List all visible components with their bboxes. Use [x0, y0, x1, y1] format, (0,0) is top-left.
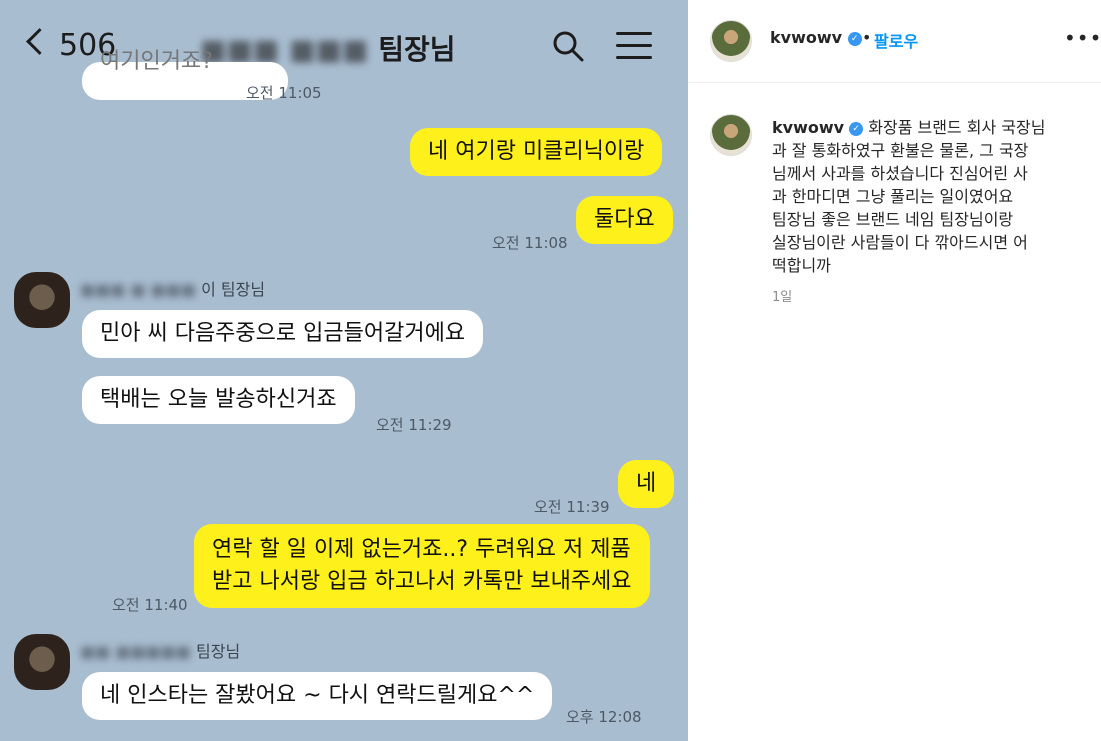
- post-age[interactable]: 1일: [772, 286, 792, 305]
- chat-bubble-outgoing: 연락 할 일 이제 없는거죠..? 두려워요 저 제품 받고 나서랑 입금 하고…: [194, 524, 650, 608]
- profile-avatar[interactable]: [710, 20, 752, 62]
- avatar[interactable]: [14, 272, 70, 328]
- chat-bubble-incoming: 네 인스타는 잘봤어요 ~ 다시 연락드릴게요^^: [82, 672, 553, 720]
- verified-badge-icon: ✓: [849, 121, 864, 136]
- caption-line: 과 한마디면 그냥 풀리는 일이였어요: [772, 187, 1014, 206]
- message-time: 오전 11:40: [112, 596, 188, 614]
- message-text: 둘다요: [594, 207, 655, 232]
- post-caption: kvwowv ✓ 화장품 브랜드 회사 국장님 과 잘 통화하였구 환불은 물론…: [772, 116, 1072, 277]
- message-text-line: 받고 나서랑 입금 하고나서 카톡만 보내주세요: [212, 569, 632, 594]
- caption-line: 님께서 사과를 하셨습니다 진심어린 사: [772, 164, 1028, 183]
- message-text: 네 여기랑 미클리닉이랑: [428, 139, 645, 164]
- verified-badge-icon: ✓: [847, 31, 862, 46]
- message-time: 오전 11:05: [246, 84, 322, 102]
- message-text: 택배는 오늘 발송하신거죠: [100, 387, 337, 412]
- message-text: 네: [636, 471, 657, 496]
- post-header: kvwowv ✓ • 팔로우 •••: [688, 0, 1101, 83]
- message-time: 오전 11:29: [376, 416, 452, 434]
- search-icon[interactable]: [552, 30, 584, 62]
- message-time: 오후 12:08: [566, 708, 642, 726]
- message-time: 오전 11:08: [492, 234, 568, 252]
- chat-bubble-outgoing: 둘다요: [576, 196, 673, 244]
- message-time: 오전 11:39: [534, 498, 610, 516]
- sender-name: ■■■ ■ ■■■ 이 팀장님: [80, 280, 266, 299]
- avatar[interactable]: [14, 634, 70, 690]
- message-text: 민아 씨 다음주중으로 입금들어갈거에요: [100, 321, 466, 346]
- username-link[interactable]: kvwowv ✓: [770, 28, 862, 47]
- caption-line: 팀장님 좋은 브랜드 네임 팀장님이랑: [772, 210, 1014, 229]
- caption-line: 화장품 브랜드 회사 국장님: [868, 118, 1046, 137]
- sender-name-text: 이 팀장님: [201, 280, 266, 299]
- more-options-icon[interactable]: •••: [1064, 26, 1101, 50]
- message-text: 네 인스타는 잘봤어요 ~ 다시 연락드릴게요^^: [100, 683, 535, 708]
- instagram-post-panel: kvwowv ✓ • 팔로우 ••• kvwowv ✓ 화장품 브랜드 회사 국…: [688, 0, 1101, 741]
- menu-icon[interactable]: [616, 32, 652, 60]
- chat-bubble-outgoing: 네: [618, 460, 675, 508]
- message-text: 여기인거죠?: [100, 49, 213, 74]
- sender-name-text: 팀장님: [196, 642, 241, 661]
- follow-button[interactable]: 팔로우: [874, 28, 918, 52]
- message-text-line: 연락 할 일 이제 없는거죠..? 두려워요 저 제품: [212, 537, 631, 562]
- chevron-left-icon: [26, 28, 53, 55]
- caption-line: 과 잘 통화하였구 환불은 물론, 그 국장: [772, 141, 1029, 160]
- caption-avatar[interactable]: [710, 114, 752, 156]
- chat-bubble-incoming: 택배는 오늘 발송하신거죠: [82, 376, 355, 424]
- chat-bubble-incoming: 민아 씨 다음주중으로 입금들어갈거에요: [82, 310, 484, 358]
- separator-dot: •: [862, 28, 872, 47]
- sender-name: ■■ ■■■■■ 팀장님: [80, 642, 241, 661]
- chat-bubble-outgoing: 네 여기랑 미클리닉이랑: [410, 128, 663, 176]
- chat-title-text: 팀장님: [378, 33, 456, 66]
- caption-line: 떡합니까: [772, 256, 831, 275]
- username: kvwowv: [770, 28, 843, 47]
- kakaotalk-chat-screenshot: 506 ■■■ ■■■ 팀장님 여기인거죠? 오전 11:05 네 여기랑 미클…: [0, 0, 688, 741]
- caption-line: 실장님이란 사람들이 다 깎아드시면 어: [772, 233, 1028, 252]
- caption-username[interactable]: kvwowv: [772, 118, 844, 137]
